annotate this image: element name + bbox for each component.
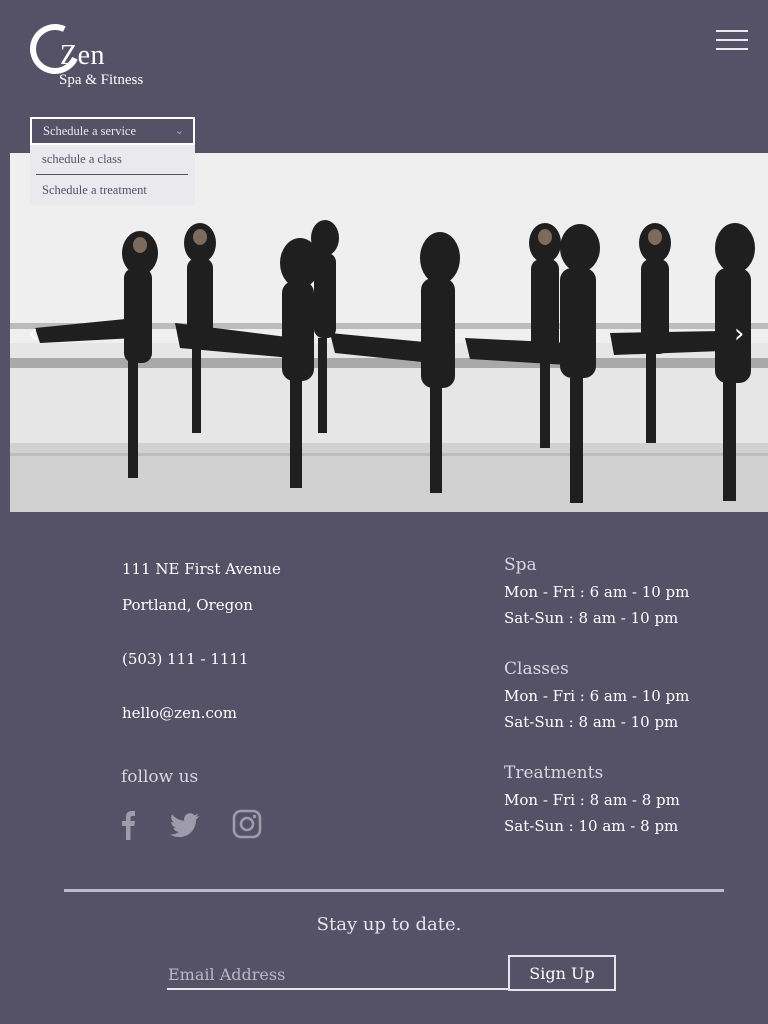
hours-title: Classes bbox=[504, 659, 569, 679]
follow-us-label: follow us bbox=[121, 767, 199, 787]
facebook-icon[interactable] bbox=[116, 808, 150, 842]
address-line2: Portland, Oregon bbox=[122, 596, 253, 614]
hours-weekend: Sat-Sun : 8 am - 10 pm bbox=[504, 713, 679, 731]
hero-image: ‹ › bbox=[10, 153, 768, 512]
hours-weekday: Mon - Fri : 6 am - 10 pm bbox=[504, 687, 690, 705]
hours-weekday: Mon - Fri : 8 am - 8 pm bbox=[504, 791, 680, 809]
divider bbox=[64, 889, 724, 892]
hours-weekend: Sat-Sun : 8 am - 10 pm bbox=[504, 609, 679, 627]
carousel-next-icon[interactable]: › bbox=[734, 321, 744, 347]
newsletter-heading: Stay up to date. bbox=[316, 914, 462, 935]
hamburger-icon[interactable] bbox=[716, 30, 748, 54]
address-line1: 111 NE First Avenue bbox=[122, 560, 281, 578]
phone-number[interactable]: (503) 111 - 1111 bbox=[122, 650, 249, 668]
option-schedule-class[interactable]: schedule a class bbox=[36, 145, 188, 175]
email-link[interactable]: hello@zen.com bbox=[122, 704, 237, 722]
hero-photo bbox=[10, 153, 768, 512]
option-schedule-treatment[interactable]: Schedule a treatment bbox=[30, 175, 195, 205]
signup-button[interactable]: Sign Up bbox=[508, 955, 616, 991]
carousel-prev-icon[interactable]: ‹ bbox=[28, 321, 38, 347]
logo[interactable]: Zen Spa & Fitness bbox=[22, 16, 168, 94]
chevron-down-icon: ⌄ bbox=[174, 125, 184, 137]
schedule-select[interactable]: Schedule a service ⌄ bbox=[30, 117, 195, 145]
hours-title: Treatments bbox=[504, 763, 604, 783]
logo-name: Zen bbox=[60, 40, 106, 71]
schedule-selected-label: Schedule a service bbox=[43, 123, 137, 138]
twitter-icon[interactable] bbox=[168, 808, 202, 842]
hours-weekday: Mon - Fri : 6 am - 10 pm bbox=[504, 583, 690, 601]
hours-weekend: Sat-Sun : 10 am - 8 pm bbox=[504, 817, 679, 835]
schedule-dropdown[interactable]: Schedule a service ⌄ schedule a class Sc… bbox=[30, 117, 195, 205]
logo-tagline: Spa & Fitness bbox=[59, 72, 144, 88]
hours-title: Spa bbox=[504, 555, 537, 575]
instagram-icon[interactable] bbox=[231, 808, 265, 842]
email-input[interactable] bbox=[167, 960, 509, 990]
